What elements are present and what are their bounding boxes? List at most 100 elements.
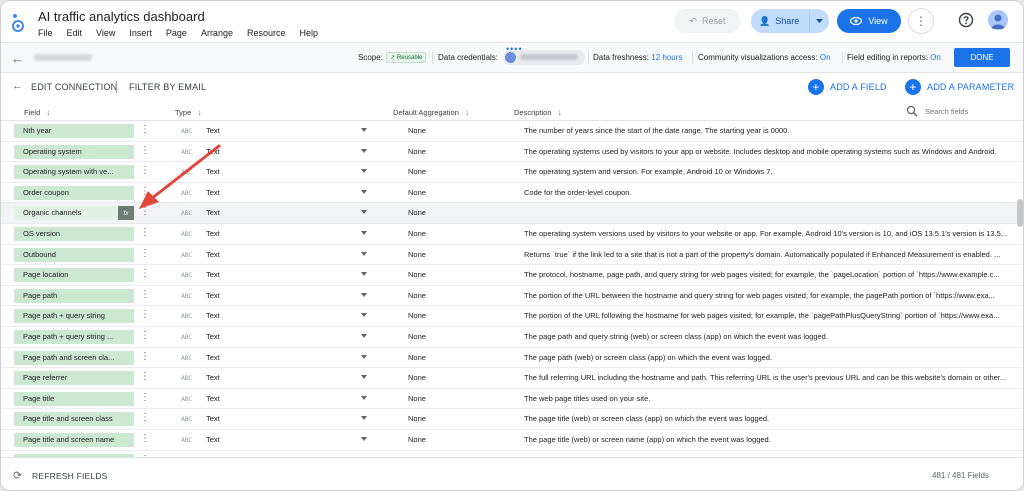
back-arrow-icon[interactable]: ←	[11, 51, 24, 66]
table-row[interactable]: Operating system ⋮ ABC Text None The operatin…	[1, 141, 1023, 163]
field-name-chip[interactable]: Page path and screen cla...	[14, 350, 134, 365]
field-description[interactable]: The operating system versions used by vi…	[524, 229, 1014, 238]
field-description[interactable]: The number of years since the start of t…	[524, 126, 1014, 135]
caret-down-icon[interactable]	[361, 395, 367, 400]
share-dropdown-button[interactable]	[809, 9, 829, 33]
field-description[interactable]: The page title (web) or screen name (app…	[524, 435, 1014, 444]
field-description[interactable]: The portion of the URL following the hos…	[524, 311, 1014, 320]
field-name-chip[interactable]: Page title	[14, 391, 134, 406]
field-type-select[interactable]: Text	[206, 394, 220, 403]
field-name-chip[interactable]: Organic channels	[14, 206, 134, 221]
caret-down-icon[interactable]	[361, 375, 367, 380]
field-description[interactable]: The operating systems used by visitors t…	[524, 147, 1014, 156]
column-header-aggregation[interactable]: Default Aggregation ↓	[393, 107, 469, 117]
caret-down-icon[interactable]	[361, 210, 367, 215]
default-aggregation[interactable]: None	[408, 435, 426, 444]
field-type-select[interactable]: Text	[206, 353, 220, 362]
menu-page[interactable]: Page	[166, 28, 187, 38]
field-name-chip[interactable]: Page title and screen name	[14, 433, 134, 447]
caret-down-icon[interactable]	[361, 128, 367, 132]
field-name-chip[interactable]: OS version	[14, 227, 134, 241]
report-title[interactable]: AI traffic analytics dashboard	[38, 9, 205, 24]
field-name-chip[interactable]: Page path + query string	[14, 309, 134, 324]
table-row[interactable]: Page title and screen class ⋮ ABC Text None T…	[1, 409, 1023, 430]
default-aggregation[interactable]: None	[408, 126, 426, 135]
field-type-select[interactable]: Text	[206, 270, 220, 279]
field-editing-setting[interactable]: Field editing in reports: On	[847, 53, 941, 62]
table-row[interactable]: OS version ⋮ ABC Text None The operating syst…	[1, 224, 1023, 245]
scope-chip[interactable]: ↗ Reusable	[386, 52, 427, 63]
more-vert-icon[interactable]: ⋮	[140, 330, 150, 342]
freshness-value[interactable]: 12 hours	[651, 53, 682, 62]
field-name-chip[interactable]: Page path + query string ...	[14, 330, 134, 344]
field-description[interactable]: The operating system and version. For ex…	[524, 167, 1014, 176]
field-name-chip[interactable]: Page title and screen class	[14, 412, 134, 427]
refresh-fields-button[interactable]: REFRESH FIELDS	[32, 471, 108, 481]
more-vert-icon[interactable]: ⋮	[140, 289, 150, 301]
table-row[interactable]: Page title and screen name ⋮ ABC Text None Th…	[1, 430, 1023, 451]
caret-down-icon[interactable]	[361, 251, 367, 256]
default-aggregation[interactable]: None	[408, 147, 426, 156]
table-row[interactable]: Order coupon ⋮ ABC Text None Code for the ord…	[1, 182, 1023, 204]
column-header-field[interactable]: Field ↓	[24, 107, 51, 117]
table-row[interactable]: Page path + query string ⋮ ABC Text None The …	[1, 306, 1023, 327]
field-description[interactable]: The portion of the URL between the hostn…	[524, 291, 1014, 300]
field-type-select[interactable]: Text	[206, 147, 220, 156]
default-aggregation[interactable]: None	[408, 250, 426, 259]
table-row[interactable]: Page path and screen cla... ⋮ ABC Text None T…	[1, 347, 1023, 369]
more-vert-icon[interactable]: ⋮	[140, 165, 150, 177]
more-vert-icon[interactable]: ⋮	[140, 227, 150, 239]
search-fields-input[interactable]	[925, 106, 1015, 117]
caret-down-icon[interactable]	[361, 148, 367, 153]
add-parameter-button[interactable]: + ADD A PARAMETER	[905, 79, 1014, 95]
column-header-description[interactable]: Description ↓	[514, 107, 562, 117]
menu-help[interactable]: Help	[300, 28, 319, 38]
default-aggregation[interactable]: None	[408, 229, 426, 238]
field-type-select[interactable]: Text	[206, 373, 220, 382]
field-name-chip[interactable]: Operating system with ve...	[14, 165, 134, 180]
field-name-chip[interactable]: Page location	[14, 268, 134, 283]
back-arrow-icon[interactable]: ←	[12, 80, 23, 92]
more-vert-icon[interactable]: ⋮	[140, 268, 150, 280]
more-vert-icon[interactable]: ⋮	[140, 186, 150, 198]
field-description[interactable]: The protocol, hostname, page path, and q…	[524, 270, 1014, 279]
more-vert-icon[interactable]: ⋮	[140, 351, 150, 363]
more-vert-icon[interactable]: ⋮	[140, 145, 150, 157]
caret-down-icon[interactable]	[361, 189, 367, 194]
field-description[interactable]: The page title (web) or screen class (ap…	[524, 414, 1014, 423]
caret-down-icon[interactable]	[361, 292, 367, 297]
more-options-button[interactable]: ⋮	[908, 8, 934, 34]
field-type-select[interactable]: Text	[206, 311, 220, 320]
caret-down-icon[interactable]	[361, 334, 367, 338]
field-description[interactable]: Returns `true` if the link led to a site…	[524, 250, 1014, 259]
more-vert-icon[interactable]: ⋮	[140, 309, 150, 321]
refresh-icon[interactable]: ⟳	[13, 469, 22, 482]
table-row[interactable]: Page path ⋮ ABC Text None The portion of the …	[1, 285, 1023, 307]
table-row[interactable]: Page path + query string ... ⋮ ABC Text None…	[1, 327, 1023, 348]
default-aggregation[interactable]: None	[408, 353, 426, 362]
table-row[interactable]: Organic channels fx ⋮ ABC Text None	[1, 203, 1023, 224]
menu-arrange[interactable]: Arrange	[201, 28, 233, 38]
freshness-setting[interactable]: Data freshness: 12 hours	[593, 53, 682, 62]
table-row[interactable]: Operating system with ve... ⋮ ABC Text None T…	[1, 162, 1023, 183]
user-avatar[interactable]	[988, 10, 1008, 30]
field-name-chip[interactable]: Nth year	[14, 124, 134, 138]
default-aggregation[interactable]: None	[408, 167, 426, 176]
more-vert-icon[interactable]: ⋮	[140, 248, 150, 260]
field-type-select[interactable]: Text	[206, 291, 220, 300]
community-value[interactable]: On	[820, 53, 831, 62]
table-row[interactable]: Nth year ⋮ ABC Text None The number of years …	[1, 121, 1023, 142]
edit-connection-link[interactable]: EDIT CONNECTION	[31, 82, 117, 92]
field-name-chip[interactable]: Operating system	[14, 144, 134, 159]
menu-view[interactable]: View	[96, 28, 115, 38]
field-name-chip[interactable]: Page path	[14, 288, 134, 303]
add-field-button[interactable]: + ADD A FIELD	[808, 79, 887, 95]
view-button[interactable]: View	[837, 9, 901, 33]
more-vert-icon[interactable]: ⋮	[140, 433, 150, 445]
more-vert-icon[interactable]: ⋮	[140, 124, 150, 136]
field-description[interactable]: The full referring URL including the hos…	[524, 373, 1014, 382]
default-aggregation[interactable]: None	[408, 373, 426, 382]
field-description[interactable]: The page path and query string (web) or …	[524, 332, 1014, 341]
more-vert-icon[interactable]: ⋮	[140, 206, 150, 218]
vertical-scrollbar[interactable]	[1017, 199, 1023, 227]
